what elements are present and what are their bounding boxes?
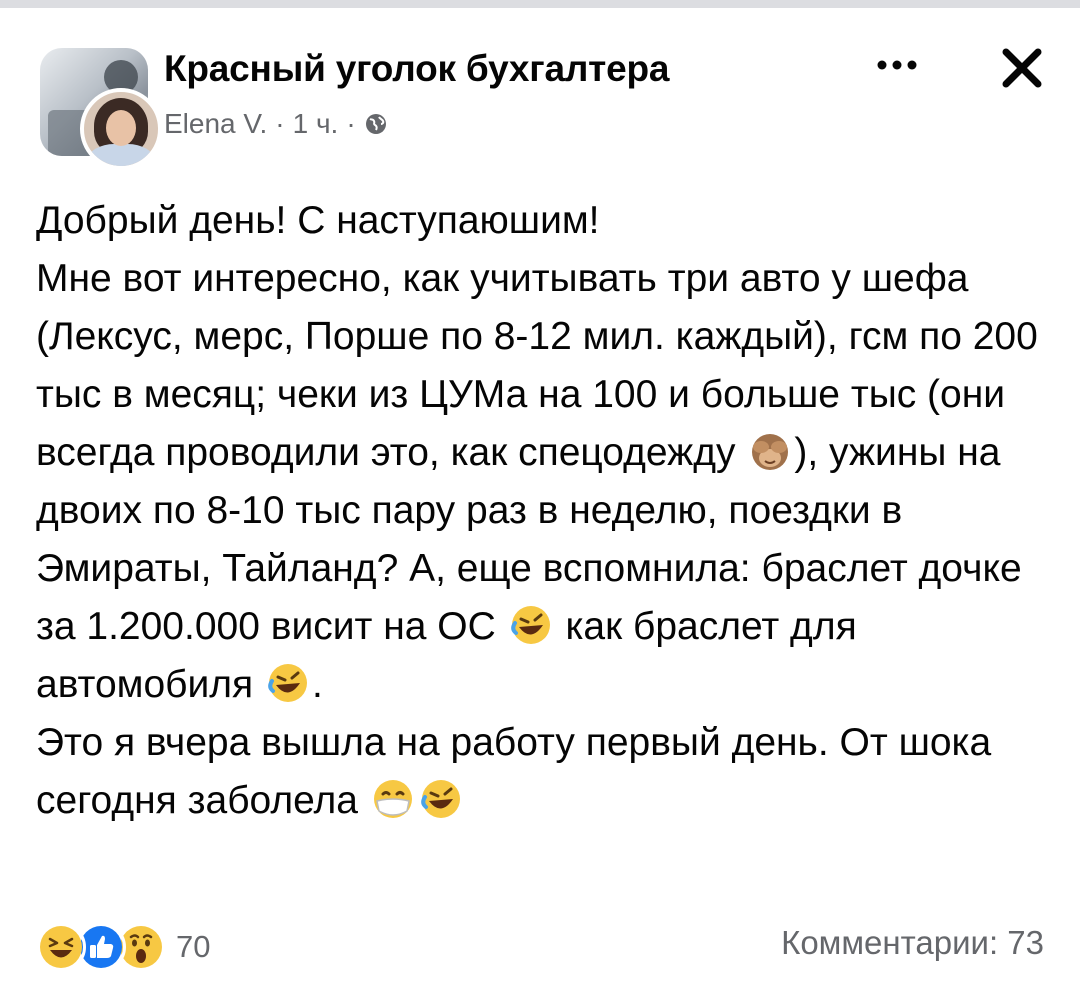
reaction-count: 70 [176,929,211,964]
globe-icon [365,114,386,134]
close-icon[interactable] [998,44,1046,92]
post-text: Добрый день! С наступаюшим! Мне вот инте… [36,192,1056,830]
top-strip [0,0,1080,8]
rolling-laughing-icon [268,664,308,702]
reaction-summary[interactable]: 70 [36,922,210,972]
separator: · [275,108,285,139]
group-avatar[interactable] [40,48,162,170]
separator: · [346,108,356,139]
haha-reaction-icon [36,922,86,972]
comments-link[interactable]: Комментарии: 73 [781,924,1044,962]
see-no-evil-monkey-icon [752,434,789,470]
post-text-segment: Это я вчера вышла на работу первый день.… [36,721,992,822]
post-text-segment: . [312,663,323,706]
post-line: Добрый день! С наступаюшим! [36,199,600,242]
face-with-medical-mask-icon [373,780,412,818]
rolling-laughing-icon [421,780,460,818]
post-paragraph: Мне вот интересно, как учитывать три авт… [36,250,1056,714]
author-name[interactable]: Elena V. [164,108,267,140]
more-icon[interactable] [872,50,922,80]
post-paragraph: Это я вчера вышла на работу первый день.… [36,714,1056,830]
author-avatar[interactable] [80,88,162,170]
post-meta: Elena V. · 1 ч. · [164,108,388,140]
group-name[interactable]: Красный уголок бухгалтера [164,48,669,90]
rolling-laughing-icon [510,606,550,644]
post-time[interactable]: 1 ч. [293,108,339,140]
